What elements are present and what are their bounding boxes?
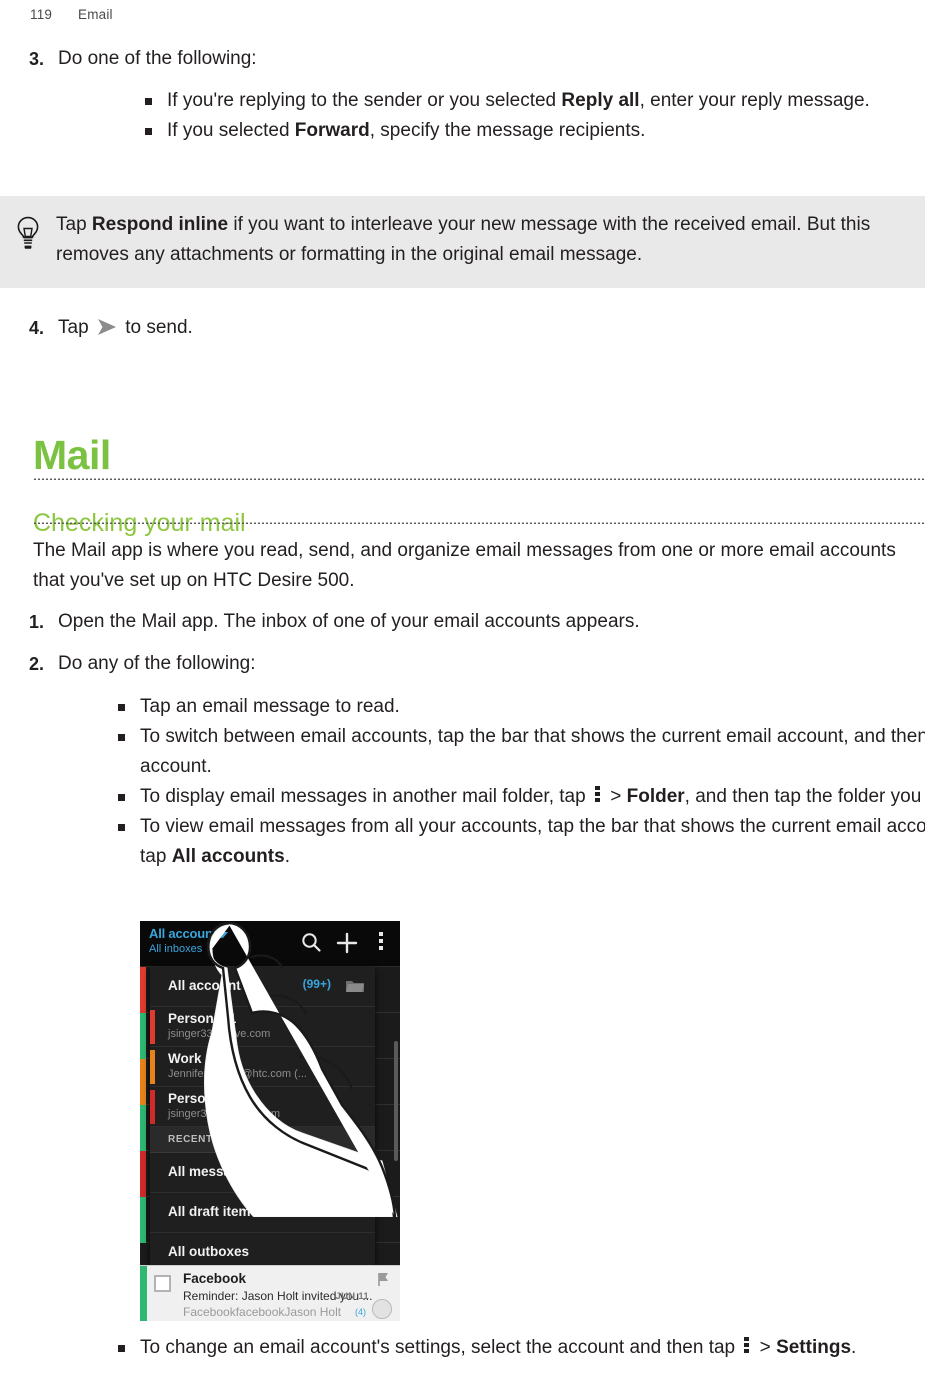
flag-icon[interactable]: [377, 1272, 390, 1287]
bullet-square-icon: [118, 704, 140, 711]
list-item: If you're replying to the sender or you …: [145, 86, 925, 116]
account-email: Jennifer.Singer@htc.com (...: [168, 1068, 307, 1080]
page-section-name: Email: [78, 6, 113, 22]
list-item: To display email messages in another mai…: [118, 782, 925, 812]
dropdown-item-account[interactable]: Personal 1 jsinger330@live.com: [150, 1007, 375, 1047]
bullet-square-icon: [118, 794, 140, 801]
step-2-number: 2.: [28, 654, 44, 674]
list-item: If you selected Forward, specify the mes…: [145, 116, 925, 146]
message-color-strip: [140, 1266, 147, 1321]
dropdown-item-recent-folder[interactable]: All draft items: [150, 1193, 375, 1233]
bullet-square-icon: [118, 824, 140, 831]
account-name: Personal 1: [168, 1011, 237, 1026]
overflow-menu-icon: [743, 1337, 750, 1355]
page-number: 119: [30, 6, 53, 22]
overflow-menu-icon[interactable]: [378, 932, 384, 954]
account-switcher-subtitle: All inboxes: [149, 943, 203, 955]
bullet-text: Tap an email message to read.: [140, 696, 400, 717]
list-item: To change an email account's settings, s…: [118, 1333, 925, 1363]
message-date: JUN 11: [335, 1291, 369, 1302]
step-2: 2. Do any of the following:: [0, 649, 925, 679]
add-icon[interactable]: [336, 932, 358, 954]
step-3-text: Do one of the following:: [58, 48, 257, 69]
bullet-text: To switch between email accounts, tap th…: [140, 726, 925, 777]
divider-top: [33, 477, 925, 480]
phone-screenshot: All accounts All inboxes All accounts (9…: [140, 921, 400, 1321]
list-item: Tap an email message to read.: [118, 692, 925, 722]
account-color-strip: [150, 1090, 155, 1124]
bullet-square-icon: [145, 98, 167, 105]
message-preview: FacebookfacebookJason Holt: [183, 1305, 342, 1319]
scrollbar[interactable]: [394, 1041, 398, 1161]
step-1-text: Open the Mail app. The inbox of one of y…: [58, 611, 640, 632]
send-arrow-icon: [97, 316, 117, 335]
bullet-square-icon: [118, 734, 140, 741]
dropdown-item-account[interactable]: Personal 2 jsinger330@gmail.com: [150, 1087, 375, 1127]
lightbulb-icon: [0, 210, 56, 250]
dropdown-all-accounts-label: All accounts: [168, 978, 249, 993]
message-checkbox[interactable]: [154, 1275, 171, 1292]
step-4-number: 4.: [28, 318, 44, 338]
bullet-text: To change an email account's settings, s…: [140, 1337, 857, 1358]
account-color-strip: [150, 1050, 155, 1084]
account-email: jsinger330@live.com: [168, 1028, 271, 1040]
step-3-number: 3.: [28, 49, 44, 69]
dropdown-all-accounts-count: (99+): [302, 977, 331, 991]
message-sender: Facebook: [183, 1271, 247, 1286]
recent-folders-label: RECENT FOLDERS: [168, 1134, 269, 1145]
search-icon[interactable]: [300, 931, 322, 958]
step-3-bullets: If you're replying to the sender or you …: [0, 86, 925, 146]
overflow-menu-icon: [594, 786, 601, 804]
account-color-strip: [150, 1010, 155, 1044]
bullet-square-icon: [145, 128, 167, 135]
dropdown-item-recent-folder[interactable]: All messages (99+): [150, 1153, 375, 1193]
bullet-text: If you selected Forward, specify the mes…: [167, 120, 646, 141]
recent-folder-label: All draft items: [168, 1204, 259, 1219]
account-switcher-title[interactable]: All accounts: [149, 926, 224, 941]
message-attachment-count: (4): [355, 1307, 366, 1317]
recent-folder-count: (99+): [334, 1163, 363, 1177]
dropdown-item-all-accounts[interactable]: All accounts (99+): [150, 967, 375, 1007]
mail-bullet-list: Tap an email message to read. To switch …: [0, 692, 925, 872]
account-name: Work: [168, 1051, 202, 1066]
screenshot-action-bar[interactable]: All accounts All inboxes: [140, 921, 400, 967]
account-dropdown-panel[interactable]: All accounts (99+) Personal 1 jsinger330…: [150, 967, 375, 1273]
recent-folder-label: All outboxes: [168, 1244, 250, 1259]
list-item: To switch between email accounts, tap th…: [118, 722, 925, 782]
step-4: 4. Tap to send.: [0, 313, 925, 343]
recent-folder-label: All messages: [168, 1164, 255, 1179]
step-1: 1. Open the Mail app. The inbox of one o…: [0, 607, 925, 637]
tip-text: Tap Respond inline if you want to interl…: [56, 214, 871, 265]
dropdown-item-account[interactable]: Work Jennifer.Singer@htc.com (...: [150, 1047, 375, 1087]
chevron-down-icon[interactable]: [218, 932, 228, 938]
bullet-text: To display email messages in another mai…: [140, 786, 925, 807]
step-1-number: 1.: [28, 612, 44, 632]
step-3-block: 3. Do one of the following: If you're re…: [0, 44, 925, 146]
step-2-text: Do any of the following:: [58, 653, 256, 674]
bullet-text: To view email messages from all your acc…: [140, 816, 925, 867]
divider-bottom: [33, 521, 925, 524]
mail-list-item-facebook[interactable]: Facebook Reminder: Jason Holt invited yo…: [140, 1265, 400, 1321]
account-name: Personal 2: [168, 1091, 237, 1106]
step-4-text: Tap to send.: [58, 313, 925, 343]
folder-icon[interactable]: [345, 978, 365, 994]
mail-bullet-list-after: To change an email account's settings, s…: [0, 1333, 925, 1363]
bullet-text: If you're replying to the sender or you …: [167, 90, 870, 111]
step-4-text-before: Tap: [58, 317, 89, 338]
intro-paragraph: The Mail app is where you read, send, an…: [33, 540, 896, 591]
recent-folders-header: RECENT FOLDERS: [150, 1127, 375, 1153]
message-menu-icon[interactable]: [372, 1299, 392, 1319]
page-running-header: 119 Email: [0, 0, 925, 28]
bullet-square-icon: [118, 1345, 140, 1352]
tip-callout-box: Tap Respond inline if you want to interl…: [0, 196, 925, 288]
list-item: To view email messages from all your acc…: [118, 812, 925, 872]
page-title: Mail: [33, 432, 111, 479]
step-4-text-after: to send.: [125, 317, 193, 338]
account-email: jsinger330@gmail.com: [168, 1108, 281, 1120]
step-3: 3. Do one of the following:: [0, 44, 925, 74]
